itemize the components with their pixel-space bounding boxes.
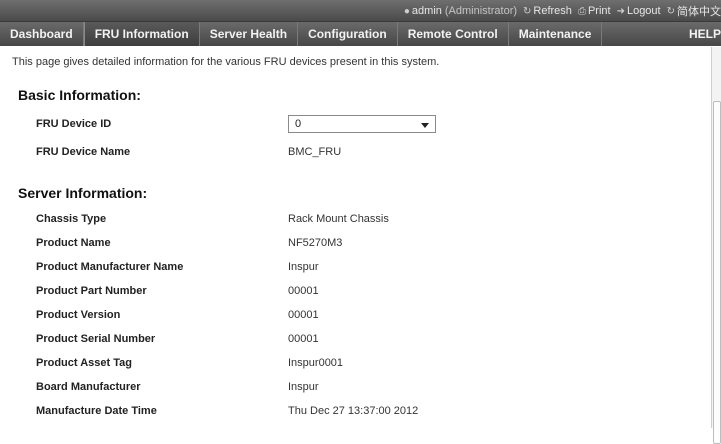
- info-value: 00001: [288, 333, 319, 345]
- info-value: Rack Mount Chassis: [288, 213, 389, 225]
- info-row: Product Name NF5270M3: [0, 234, 700, 254]
- top-bar: ● admin (Administrator) ↻ Refresh ⎙ Prin…: [0, 0, 721, 22]
- refresh-label: Refresh: [533, 5, 572, 17]
- basic-information-heading: Basic Information:: [18, 87, 141, 103]
- print-link[interactable]: ⎙ Print: [578, 5, 611, 17]
- info-row: Product Version 00001: [0, 306, 700, 326]
- info-label: Product Part Number: [36, 285, 147, 297]
- fru-device-id-value: 0: [295, 118, 302, 130]
- info-label: Board Manufacturer: [36, 381, 141, 393]
- fru-device-name-row: FRU Device Name BMC_FRU: [0, 143, 700, 163]
- tab-configuration[interactable]: Configuration: [298, 22, 398, 46]
- tab-dashboard[interactable]: Dashboard: [0, 22, 84, 46]
- logout-icon: ➜: [616, 5, 625, 17]
- user-role: (Administrator): [444, 5, 518, 17]
- tab-server-health[interactable]: Server Health: [200, 22, 299, 46]
- chevron-down-icon: [421, 123, 429, 128]
- tab-fru-information[interactable]: FRU Information: [83, 22, 200, 46]
- scrollbar-thumb[interactable]: [713, 101, 721, 444]
- fru-device-name-label: FRU Device Name: [36, 146, 131, 158]
- info-value: Thu Dec 27 13:37:00 2012: [288, 405, 419, 417]
- info-value: Inspur: [288, 261, 319, 273]
- page-intro: This page gives detailed information for…: [12, 56, 440, 68]
- info-label: Product Version: [36, 309, 121, 321]
- info-label: Chassis Type: [36, 213, 107, 225]
- language-link[interactable]: ↻ 简体中文: [667, 3, 721, 19]
- help-link[interactable]: HELP: [679, 22, 721, 46]
- language-label: 简体中文: [677, 6, 721, 18]
- info-row: Board Manufacturer Inspur: [0, 378, 700, 398]
- tab-maintenance[interactable]: Maintenance: [509, 22, 603, 46]
- print-icon: ⎙: [577, 5, 586, 17]
- tab-remote-control[interactable]: Remote Control: [398, 22, 509, 46]
- fru-device-id-label: FRU Device ID: [36, 118, 112, 130]
- info-row: Chassis Type Rack Mount Chassis: [0, 210, 700, 230]
- logout-label: Logout: [626, 5, 661, 17]
- print-label: Print: [587, 5, 611, 17]
- info-value: Inspur0001: [288, 357, 344, 369]
- info-label: Product Asset Tag: [36, 357, 132, 369]
- info-value: 00001: [288, 285, 319, 297]
- user-links: ● admin (Administrator) ↻ Refresh ⎙ Prin…: [404, 2, 721, 20]
- info-label: Product Serial Number: [36, 333, 156, 345]
- user-icon: ●: [403, 5, 410, 17]
- server-information-heading: Server Information:: [18, 185, 148, 201]
- fru-device-id-row: FRU Device ID 0: [0, 115, 700, 135]
- vertical-scrollbar[interactable]: [711, 47, 721, 444]
- main-content: This page gives detailed information for…: [0, 47, 710, 428]
- info-row: Product Asset Tag Inspur0001: [0, 354, 700, 374]
- info-row: Manufacture Date Time Thu Dec 27 13:37:0…: [0, 402, 700, 422]
- info-label: Product Name: [36, 237, 111, 249]
- language-icon: ↻: [666, 5, 675, 17]
- username: admin: [411, 5, 442, 17]
- info-value: NF5270M3: [288, 237, 343, 249]
- info-value: 00001: [288, 309, 319, 321]
- info-value: Inspur: [288, 381, 319, 393]
- info-row: Product Part Number 00001: [0, 282, 700, 302]
- main-nav: Dashboard FRU Information Server Health …: [0, 22, 721, 46]
- fru-device-id-select[interactable]: 0: [288, 115, 436, 133]
- fru-device-name-value: BMC_FRU: [288, 146, 342, 158]
- logout-link[interactable]: ➜ Logout: [617, 5, 661, 17]
- info-label: Product Manufacturer Name: [36, 261, 184, 273]
- info-row: Product Manufacturer Name Inspur: [0, 258, 700, 278]
- info-row: Product Serial Number 00001: [0, 330, 700, 350]
- info-label: Manufacture Date Time: [36, 405, 157, 417]
- refresh-link[interactable]: ↻ Refresh: [523, 5, 572, 17]
- refresh-icon: ↻: [523, 5, 532, 17]
